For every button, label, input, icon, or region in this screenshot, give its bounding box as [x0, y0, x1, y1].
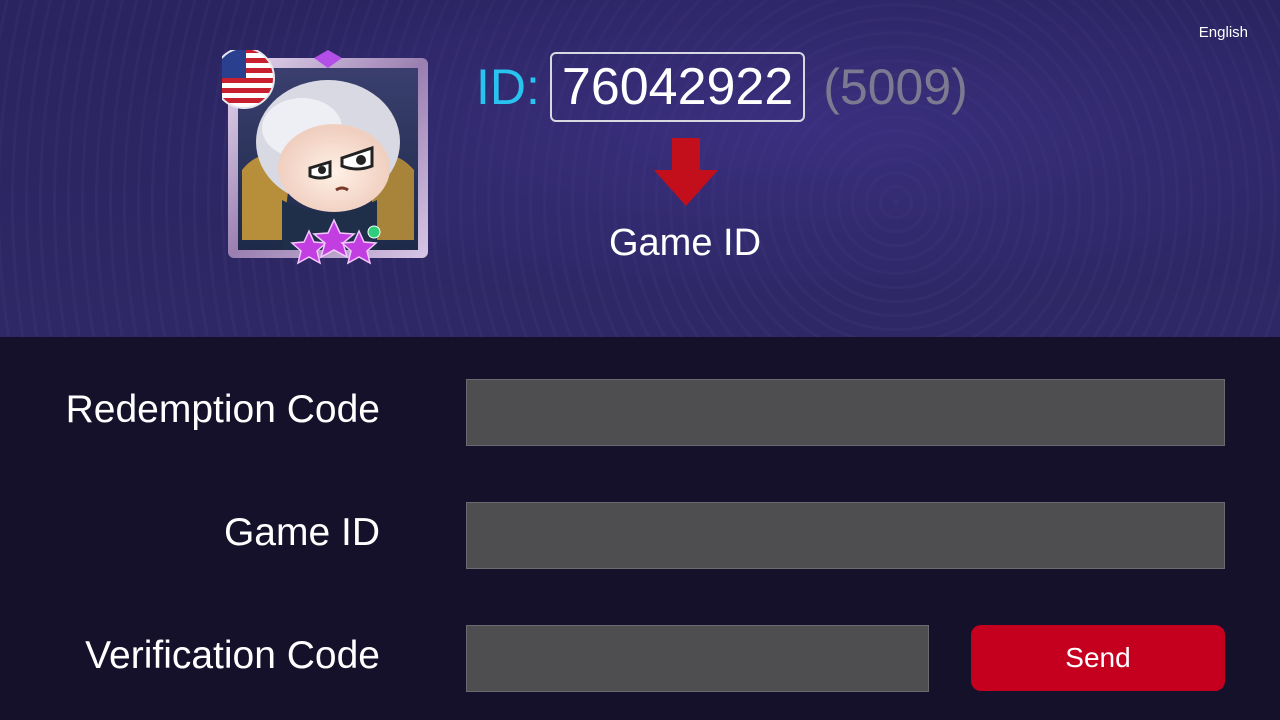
hero-avatar: [222, 50, 428, 265]
game-id-input[interactable]: [466, 502, 1225, 569]
id-prefix: ID:: [476, 59, 540, 115]
arrow-down-icon: [654, 138, 718, 206]
game-id-label: Game ID: [223, 511, 380, 554]
profile-banner: English ID: 76042922 (5009) Game ID: [0, 0, 1280, 337]
verification-code-input[interactable]: [466, 625, 929, 692]
send-button[interactable]: Send: [971, 625, 1225, 691]
redemption-code-label: Redemption Code: [65, 388, 380, 431]
game-id-caption: Game ID: [608, 222, 762, 264]
player-id-row: ID: 76042922 (5009): [476, 52, 968, 122]
zone-id: (5009): [823, 59, 968, 115]
game-id-display: 76042922: [549, 52, 806, 122]
language-selector[interactable]: English: [1199, 24, 1248, 41]
redemption-code-input[interactable]: [466, 379, 1225, 446]
verification-code-label: Verification Code: [85, 634, 380, 677]
